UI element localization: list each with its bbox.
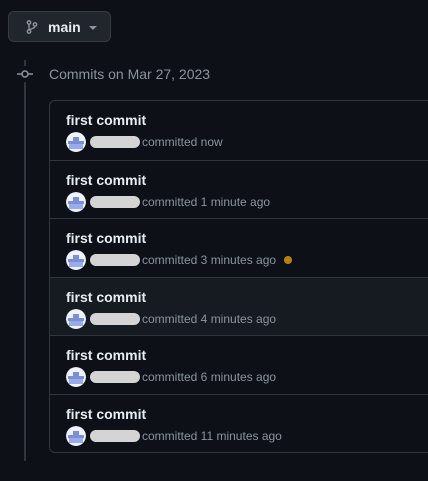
user-avatar[interactable] [66, 191, 86, 212]
commit-time: committed now [142, 135, 223, 149]
git-commit-icon [17, 66, 33, 82]
commit-meta: committed 6 minutes ago [66, 367, 276, 387]
commit-title-link[interactable]: first commit [66, 230, 146, 246]
commit-time: committed 3 minutes ago [142, 253, 277, 267]
user-avatar[interactable] [66, 308, 86, 329]
commit-date-heading: Commits on Mar 27, 2023 [49, 66, 211, 82]
triangle-down-icon [88, 25, 97, 30]
timeline-line [24, 60, 26, 461]
commit-time: committed 4 minutes ago [142, 311, 277, 326]
commit-row[interactable]: first commit committed 3 minutes ago [50, 218, 428, 277]
user-avatar[interactable] [66, 367, 86, 387]
commit-row[interactable]: first commit committed now [50, 101, 428, 160]
commit-title-link[interactable]: first commit [66, 172, 146, 188]
commit-row[interactable]: first commit committed 4 minutes ago [50, 276, 428, 335]
commit-title-link[interactable]: first commit [66, 347, 146, 363]
commit-time: committed 1 minute ago [142, 194, 271, 209]
commit-title-link[interactable]: first commit [66, 289, 146, 305]
user-avatar[interactable] [66, 250, 86, 270]
redacted-author [90, 254, 140, 266]
commit-meta: committed 1 minute ago [66, 191, 271, 212]
commit-title-link[interactable]: first commit [66, 112, 146, 128]
redacted-author [90, 136, 140, 148]
redacted-author [90, 371, 140, 383]
commit-row[interactable]: first commit committed 6 minutes ago [50, 335, 428, 394]
commit-meta: committed 4 minutes ago [66, 308, 277, 329]
user-avatar[interactable] [66, 132, 86, 152]
redacted-author [90, 429, 140, 442]
commit-row[interactable]: first commit committed 11 minutes ago [50, 393, 428, 453]
commit-meta: committed now [66, 132, 223, 152]
branch-name: main [48, 18, 81, 35]
pending-status-dot[interactable] [284, 256, 293, 264]
redacted-author [90, 195, 140, 208]
user-avatar[interactable] [66, 425, 86, 446]
commit-row[interactable]: first commit committed 1 minute ago [50, 159, 428, 219]
commit-list: first commit committed now first commit … [49, 100, 428, 453]
commit-title-link[interactable]: first commit [66, 406, 146, 422]
commit-meta: committed 11 minutes ago [66, 425, 282, 446]
commit-meta: committed 3 minutes ago [66, 250, 293, 270]
redacted-author [90, 312, 140, 325]
git-branch-icon [24, 19, 40, 35]
commit-time: committed 11 minutes ago [142, 428, 282, 443]
branch-selector-button[interactable]: main [8, 11, 111, 42]
commit-time: committed 6 minutes ago [142, 370, 277, 384]
